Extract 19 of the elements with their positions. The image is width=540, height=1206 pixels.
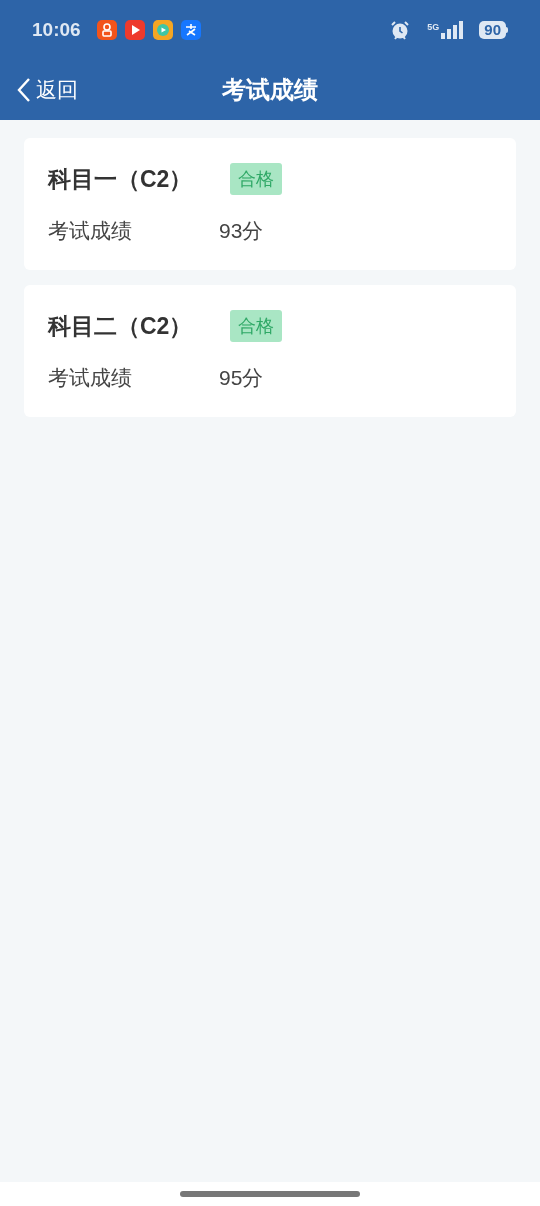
status-time: 10:06 [32, 17, 81, 42]
network-label: 5G [427, 21, 440, 34]
score-value: 93分 [219, 217, 264, 244]
battery-indicator: 90 [479, 21, 506, 39]
app-icon [180, 20, 201, 40]
score-value: 95分 [219, 364, 264, 391]
subject-title: 科目二（C2） [48, 312, 194, 341]
page-title: 考试成绩 [222, 75, 318, 105]
app-icon [96, 20, 117, 40]
signal-icon [441, 21, 464, 39]
status-tag: 合格 [230, 163, 282, 196]
back-button[interactable]: 返回 [16, 74, 78, 106]
status-tag: 合格 [230, 310, 282, 343]
score-label: 考试成绩 [48, 217, 133, 244]
app-icon [124, 20, 145, 40]
score-label: 考试成绩 [48, 364, 133, 391]
back-icon [16, 77, 32, 103]
app-icon [152, 20, 173, 40]
subject-title: 科目一（C2） [48, 165, 194, 194]
